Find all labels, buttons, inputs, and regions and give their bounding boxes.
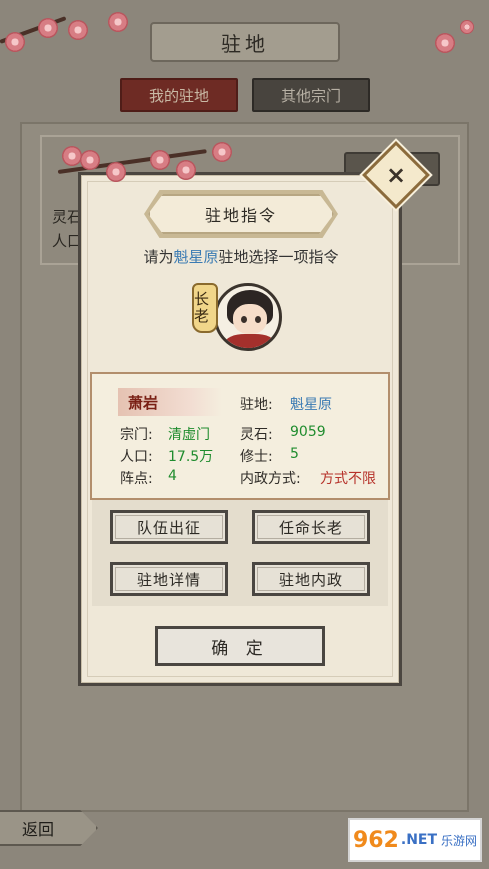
blossom-decoration xyxy=(80,150,100,170)
blossom-decoration xyxy=(176,160,196,180)
close-icon: × xyxy=(385,160,407,189)
rank-badge: 长老 xyxy=(192,283,218,333)
blossom-decoration xyxy=(5,32,25,52)
avatar-eye xyxy=(255,316,261,323)
spirit-stone-label: 灵石: xyxy=(240,427,273,443)
dialog-title: 驻地指令 xyxy=(148,194,334,234)
prompt-station-name: 魁星原 xyxy=(173,248,219,266)
blossom-decoration xyxy=(150,150,170,170)
watermark-sub: 乐游网 xyxy=(441,833,478,848)
population-value: 17.5万 xyxy=(168,449,214,465)
avatar-eye xyxy=(241,316,247,323)
expedition-button[interactable]: 队伍出征 xyxy=(110,510,228,544)
population-label: 人口: xyxy=(120,449,153,465)
tab-my-station[interactable]: 我的驻地 xyxy=(120,78,238,112)
blossom-decoration xyxy=(68,20,88,40)
station-value: 魁星原 xyxy=(290,397,332,413)
blossom-decoration xyxy=(38,18,58,38)
page-title: 驻地 xyxy=(150,22,340,62)
dialog-prompt: 请为魁星原驻地选择一项指令 xyxy=(82,246,400,267)
station-details-button[interactable]: 驻地详情 xyxy=(110,562,228,596)
tab-other-sects[interactable]: 其他宗门 xyxy=(252,78,370,112)
prompt-prefix: 请为 xyxy=(143,248,174,266)
blossom-decoration xyxy=(108,12,128,32)
elder-name: 萧岩 xyxy=(118,388,222,416)
governance-value: 方式不限 xyxy=(320,471,376,487)
blossom-decoration xyxy=(212,142,232,162)
blossom-decoration xyxy=(435,33,455,53)
cultivators-value: 5 xyxy=(290,446,299,462)
watermark-net: .NET xyxy=(400,832,438,848)
station-governance-button[interactable]: 驻地内政 xyxy=(252,562,370,596)
avatar-face xyxy=(233,304,267,334)
back-button[interactable]: 返回 xyxy=(0,810,98,846)
blossom-decoration xyxy=(62,146,82,166)
cultivators-label: 修士: xyxy=(240,449,273,465)
formation-value: 4 xyxy=(168,468,177,484)
formation-label: 阵点: xyxy=(120,471,153,487)
appoint-elder-button[interactable]: 任命长老 xyxy=(252,510,370,544)
sect-value: 清虚门 xyxy=(168,427,210,443)
blossom-decoration xyxy=(106,162,126,182)
station-label: 驻地: xyxy=(240,397,273,413)
sect-label: 宗门: xyxy=(120,427,153,443)
elder-avatar xyxy=(214,283,282,351)
governance-label: 内政方式: xyxy=(240,471,301,487)
confirm-button[interactable]: 确 定 xyxy=(155,626,325,666)
prompt-suffix: 驻地选择一项指令 xyxy=(218,248,339,266)
site-watermark: 962 .NET 乐游网 xyxy=(348,818,482,862)
spirit-stone-value: 9059 xyxy=(290,424,326,440)
blossom-decoration xyxy=(460,20,474,34)
watermark-number: 962 xyxy=(352,827,399,853)
